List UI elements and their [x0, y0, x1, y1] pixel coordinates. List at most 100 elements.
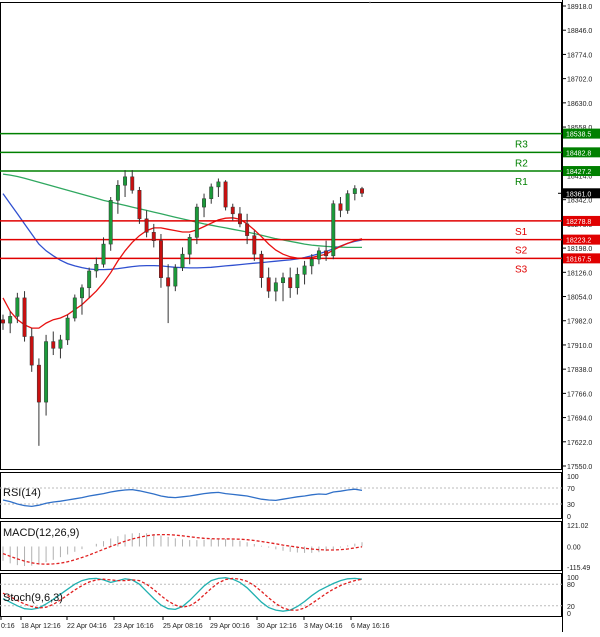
macd-tick-label: 121.02: [567, 523, 589, 530]
candle-body[interactable]: [137, 190, 142, 220]
candle-body[interactable]: [194, 206, 199, 238]
price-tick-label: 18198.0: [567, 246, 592, 253]
candle-body[interactable]: [259, 253, 264, 278]
price-tick-label: 18774.0: [567, 52, 592, 59]
candle-body[interactable]: [245, 223, 250, 236]
time-tick-label: 25 Apr 08:16: [163, 623, 203, 630]
chart-svg: R3 R2 R1 S1 S2 S3 RSI(14) MACD(12,26,9) Stoch…: [0, 0, 600, 632]
candle-body[interactable]: [288, 277, 293, 289]
candle-body[interactable]: [209, 186, 214, 199]
time-tick-label: 30 Apr 12:16: [257, 623, 297, 630]
macd-tick-label: 0.00: [567, 544, 581, 551]
price-tick-label: 17694.0: [567, 416, 592, 423]
candle-body[interactable]: [352, 188, 357, 194]
time-tick-label: 29 Apr 00:16: [210, 623, 250, 630]
stoch-tick-label: 100: [567, 575, 579, 582]
time-axis: 0:16 18 Apr 12:16 22 Apr 04:16 23 Apr 16:16…: [0, 617, 390, 630]
candle-body[interactable]: [338, 203, 343, 211]
price-tick-label: 17910.0: [567, 343, 592, 350]
macd-label: MACD(12,26,9): [3, 527, 79, 539]
level-price-label: 18482.8: [566, 150, 591, 157]
price-tick-label: 17766.0: [567, 391, 592, 398]
candle-body[interactable]: [144, 218, 149, 233]
candle-body[interactable]: [1, 319, 5, 324]
panel-frame-macd: [0, 521, 562, 571]
candle-body[interactable]: [36, 364, 41, 403]
candle-body[interactable]: [180, 253, 185, 268]
panel-corner-mark: ': [369, 0, 371, 10]
rsi-tick-label: 30: [567, 502, 575, 509]
chart-container[interactable]: R3 R2 R1 S1 S2 S3 RSI(14) MACD(12,26,9) Stoch…: [0, 0, 600, 632]
rsi-label: RSI(14): [3, 487, 41, 499]
candle-body[interactable]: [22, 297, 27, 337]
candle-body[interactable]: [360, 188, 364, 194]
price-tick-label: 18846.0: [567, 28, 592, 35]
candle-body[interactable]: [273, 282, 278, 292]
candle-body[interactable]: [151, 232, 156, 241]
candle-body[interactable]: [108, 200, 113, 245]
candle-body[interactable]: [316, 250, 321, 260]
level-price-label: 18167.5: [566, 256, 591, 263]
panel-frame-main: [0, 2, 562, 470]
candle-body[interactable]: [58, 339, 63, 349]
macd-tick-label: -115.49: [567, 565, 590, 572]
candle-body[interactable]: [65, 317, 70, 341]
price-tick-label: 17982.0: [567, 319, 592, 326]
panel-frames: [0, 0, 563, 632]
candle-body[interactable]: [130, 176, 135, 191]
price-tick-label: 17622.0: [567, 440, 592, 447]
rsi-tick-label: 100: [567, 474, 579, 481]
rsi-tick-label: 70: [567, 486, 575, 493]
candle-body[interactable]: [29, 336, 34, 366]
candle-body[interactable]: [345, 193, 350, 211]
candle-body[interactable]: [72, 297, 77, 319]
price-tick-label: 17550.0: [567, 464, 592, 471]
candle-body[interactable]: [202, 198, 206, 208]
candle-body[interactable]: [173, 267, 178, 287]
level-price-label: 18223.2: [566, 238, 591, 245]
candle-body[interactable]: [252, 235, 257, 255]
candle-body[interactable]: [44, 341, 49, 403]
price-tick-label: 18054.0: [567, 295, 592, 302]
candle-body[interactable]: [166, 277, 171, 287]
price-tick-label: 18342.0: [567, 198, 592, 205]
stoch-tick-label: 20: [567, 604, 575, 611]
candle-body[interactable]: [51, 341, 56, 349]
time-tick-label: 22 Apr 04:16: [67, 623, 107, 630]
candle-body[interactable]: [230, 206, 235, 215]
candle-body[interactable]: [87, 270, 92, 289]
time-tick-label: 0:16: [1, 623, 15, 630]
level-name-r3: R3: [515, 140, 528, 151]
candle-body[interactable]: [187, 237, 192, 255]
candle-body[interactable]: [8, 316, 13, 324]
price-tick-label: 17838.0: [567, 367, 592, 374]
time-tick-label: 3 May 04:16: [304, 623, 343, 630]
candle-body[interactable]: [216, 181, 221, 188]
level-price-label: 18278.8: [566, 219, 591, 226]
candle-body[interactable]: [101, 243, 106, 265]
time-tick-label: 18 Apr 12:16: [21, 623, 61, 630]
candle-body[interactable]: [302, 265, 307, 275]
candle-body[interactable]: [15, 297, 20, 317]
candle-body[interactable]: [309, 258, 314, 267]
candle-body[interactable]: [159, 240, 163, 278]
time-tick-label: 6 May 16:16: [351, 623, 390, 630]
candle-body[interactable]: [281, 277, 285, 283]
level-price-label: 18538.5: [566, 132, 591, 139]
price-tick-label: 18126.0: [567, 270, 592, 277]
candle-body[interactable]: [80, 287, 84, 299]
level-name-s1: S1: [515, 227, 528, 238]
level-name-r2: R2: [515, 158, 528, 169]
candle-body[interactable]: [324, 250, 329, 257]
price-axis: 18918.018846.018774.018702.018630.018558…: [562, 4, 600, 618]
candle-body[interactable]: [331, 203, 336, 257]
candle-body[interactable]: [223, 181, 228, 208]
candle-body[interactable]: [115, 184, 120, 201]
candle-body[interactable]: [295, 274, 300, 289]
level-name-r1: R1: [515, 177, 528, 188]
candle-body[interactable]: [237, 213, 242, 225]
candle-body[interactable]: [94, 263, 99, 272]
time-tick-label: 23 Apr 16:16: [114, 623, 154, 630]
candle-body[interactable]: [123, 176, 128, 186]
candle-body[interactable]: [266, 277, 271, 292]
